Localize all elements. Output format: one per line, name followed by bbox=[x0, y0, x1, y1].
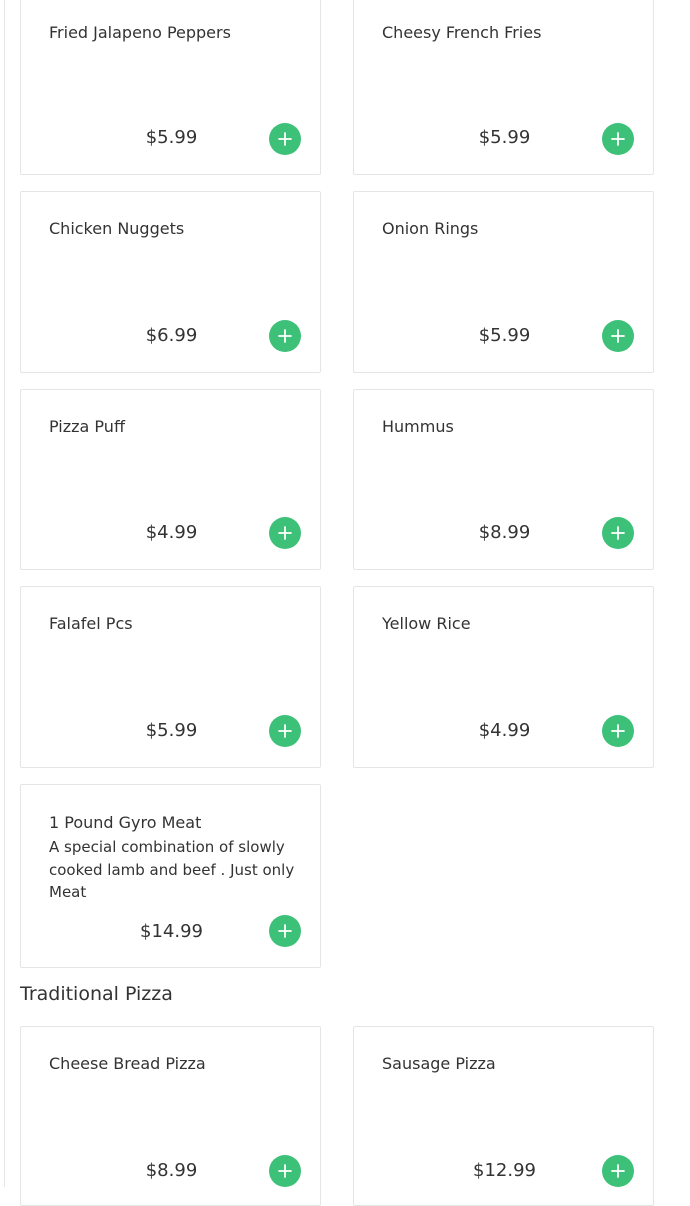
plus-icon bbox=[611, 329, 625, 343]
section-title-traditional-pizza: Traditional Pizza bbox=[20, 983, 173, 1005]
item-name: Yellow Rice bbox=[382, 614, 471, 633]
plus-icon bbox=[278, 1164, 292, 1178]
item-name: Cheese Bread Pizza bbox=[49, 1054, 206, 1073]
plus-icon bbox=[278, 924, 292, 938]
item-name: Cheesy French Fries bbox=[382, 23, 542, 42]
item-name: Fried Jalapeno Peppers bbox=[49, 23, 231, 42]
item-name: 1 Pound Gyro Meat bbox=[49, 813, 202, 832]
plus-icon bbox=[611, 1164, 625, 1178]
menu-item-card[interactable]: Hummus $8.99 bbox=[353, 389, 654, 570]
menu-item-card[interactable]: Fried Jalapeno Peppers $5.99 bbox=[20, 0, 321, 175]
item-name: Pizza Puff bbox=[49, 417, 125, 436]
menu-item-card[interactable]: Cheesy French Fries $5.99 bbox=[353, 0, 654, 175]
menu-item-card[interactable]: Falafel Pcs $5.99 bbox=[20, 586, 321, 768]
add-to-cart-button[interactable] bbox=[602, 1155, 634, 1187]
item-name: Chicken Nuggets bbox=[49, 219, 185, 238]
menu-item-card[interactable]: Cheese Bread Pizza $8.99 bbox=[20, 1026, 321, 1206]
menu-item-card[interactable]: 1 Pound Gyro Meat A special combination … bbox=[20, 784, 321, 968]
add-to-cart-button[interactable] bbox=[269, 123, 301, 155]
menu-item-card[interactable]: Onion Rings $5.99 bbox=[353, 191, 654, 373]
plus-icon bbox=[278, 724, 292, 738]
plus-icon bbox=[278, 132, 292, 146]
menu-item-card[interactable]: Sausage Pizza $12.99 bbox=[353, 1026, 654, 1206]
item-name: Onion Rings bbox=[382, 219, 479, 238]
plus-icon bbox=[611, 132, 625, 146]
add-to-cart-button[interactable] bbox=[269, 915, 301, 947]
item-description: A special combination of slowly cooked l… bbox=[49, 838, 295, 901]
add-to-cart-button[interactable] bbox=[269, 320, 301, 352]
add-to-cart-button[interactable] bbox=[602, 123, 634, 155]
add-to-cart-button[interactable] bbox=[269, 517, 301, 549]
plus-icon bbox=[611, 526, 625, 540]
item-name: Sausage Pizza bbox=[382, 1054, 496, 1073]
menu-item-card[interactable]: Chicken Nuggets $6.99 bbox=[20, 191, 321, 373]
item-name: Falafel Pcs bbox=[49, 614, 133, 633]
add-to-cart-button[interactable] bbox=[602, 517, 634, 549]
menu-item-card[interactable]: Yellow Rice $4.99 bbox=[353, 586, 654, 768]
add-to-cart-button[interactable] bbox=[602, 320, 634, 352]
menu-item-card[interactable]: Pizza Puff $4.99 bbox=[20, 389, 321, 570]
plus-icon bbox=[278, 526, 292, 540]
plus-icon bbox=[611, 724, 625, 738]
page-left-border bbox=[4, 0, 5, 1187]
add-to-cart-button[interactable] bbox=[269, 1155, 301, 1187]
plus-icon bbox=[278, 329, 292, 343]
add-to-cart-button[interactable] bbox=[602, 715, 634, 747]
add-to-cart-button[interactable] bbox=[269, 715, 301, 747]
item-name: Hummus bbox=[382, 417, 454, 436]
